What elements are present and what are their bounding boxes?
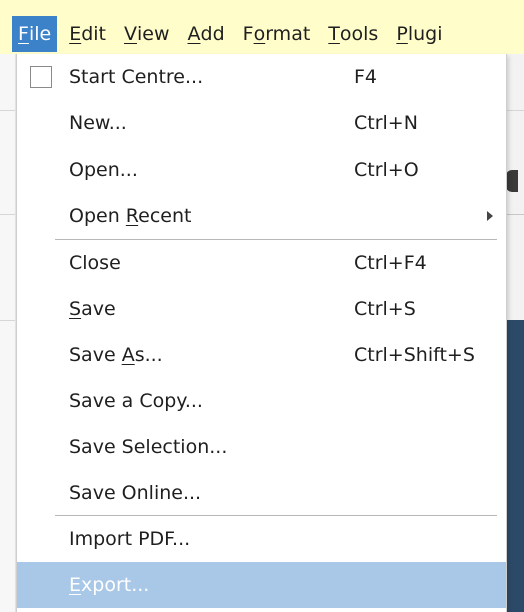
menu-item-label: New... [69,112,127,134]
menu-separator [55,239,497,240]
mnemonic-letter: P [396,23,408,45]
menubar-format[interactable]: Fo rmat [237,16,317,52]
mnemonic-letter: o [253,23,266,45]
menu-item-shortcut: Ctrl+N [354,112,418,134]
menu-item-label: Save As... [69,344,163,366]
mnemonic-letter: R [125,205,139,227]
menu-item-label: Save Selection... [69,436,228,458]
menu-checkbox[interactable] [30,66,52,88]
mnemonic-letter: A [121,344,135,366]
menu-item-shortcut: F4 [354,66,378,88]
menubar-view[interactable]: View [118,16,176,52]
mnemonic-letter: T [328,23,340,45]
menu-item-label: Start Centre... [69,66,204,88]
menu-item-label: Save a Copy... [69,390,203,412]
background-toolbar-icon [506,170,518,192]
menu-item-save-online[interactable]: Save Online... [17,470,506,516]
mnemonic-letter: S [69,298,82,320]
menu-item-save-as[interactable]: Save As... Ctrl+Shift+S [17,332,506,378]
mnemonic-letter: E [69,574,82,596]
menu-separator [55,515,497,516]
menu-item-open[interactable]: Open... Ctrl+O [17,147,506,193]
menu-bar: File Edit View Add Fo rmat Tools Plugi [0,14,524,54]
menu-item-label: Save [69,298,116,320]
menu-item-save-selection[interactable]: Save Selection... [17,424,506,470]
mnemonic-letter: E [69,23,82,45]
menubar-file[interactable]: File [12,16,58,52]
menu-item-close[interactable]: Close Ctrl+F4 [17,240,506,286]
menu-item-save[interactable]: Save Ctrl+S [17,286,506,332]
background-divider [505,214,524,215]
file-menu-dropdown: Start Centre... F4 New... Ctrl+N Open... Ctrl… [16,54,507,612]
menu-item-shortcut: Ctrl+O [354,159,419,181]
mnemonic-letter: F [18,23,29,45]
menu-item-new[interactable]: New... Ctrl+N [17,100,506,146]
background-divider [505,110,524,111]
background-left-panel [0,54,16,612]
menu-item-start-centre[interactable]: Start Centre... F4 [17,54,506,100]
menu-item-label: Open Recent [69,205,192,227]
chevron-right-icon [487,211,493,221]
mnemonic-letter: V [124,23,137,45]
menu-item-label: Close [69,252,121,274]
menu-item-label: Import PDF... [69,528,191,550]
menubar-edit[interactable]: Edit [63,16,112,52]
menu-item-label: Save Online... [69,482,202,504]
menu-item-export[interactable]: Export... [17,562,506,608]
menubar-tools[interactable]: Tools [322,16,384,52]
menu-item-shortcut: Ctrl+F4 [354,252,427,274]
menubar-plugins[interactable]: Plugi [390,16,448,52]
mnemonic-letter: A [187,23,201,45]
background-document-area [505,320,524,612]
menu-item-open-recent[interactable]: Open Recent [17,193,506,239]
menu-item-shortcut: Ctrl+Shift+S [354,344,475,366]
menu-item-label: Export... [69,574,150,596]
menubar-add[interactable]: Add [182,16,231,52]
menu-item-save-copy[interactable]: Save a Copy... [17,378,506,424]
menu-item-import-pdf[interactable]: Import PDF... [17,516,506,562]
menu-item-shortcut: Ctrl+S [354,298,416,320]
menu-item-label: Open... [69,159,138,181]
